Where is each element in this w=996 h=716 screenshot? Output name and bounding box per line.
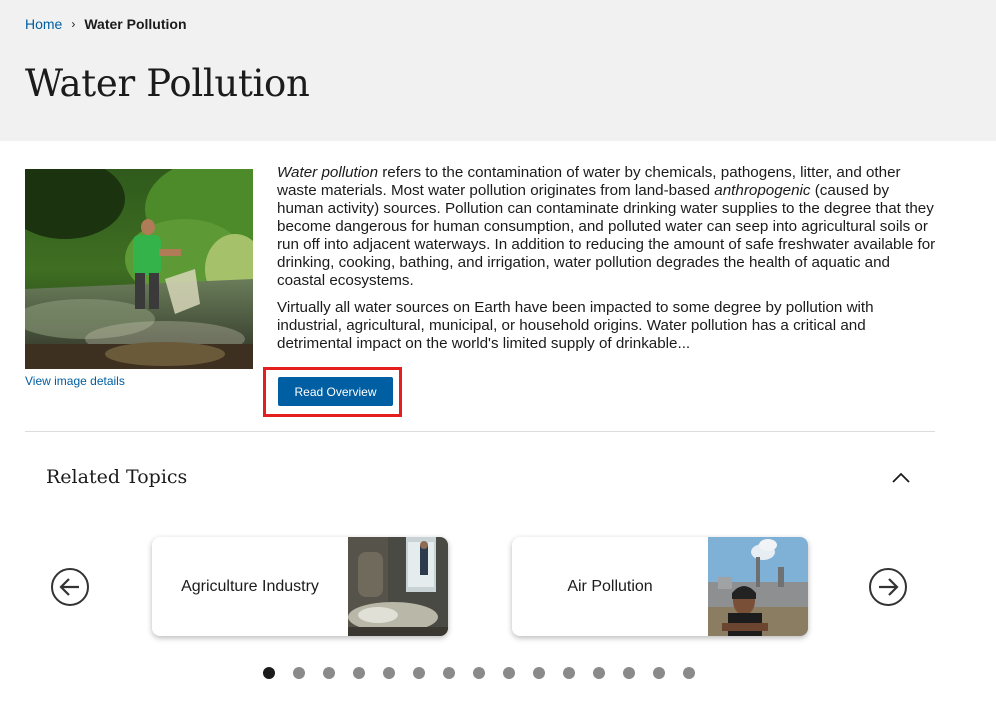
carousel-dot[interactable] <box>443 667 455 679</box>
carousel-dot[interactable] <box>683 667 695 679</box>
read-overview-button[interactable]: Read Overview <box>278 377 393 406</box>
breadcrumb-home-link[interactable]: Home <box>25 16 62 32</box>
carousel-prev-arrow-icon[interactable] <box>50 567 90 607</box>
view-image-details-link[interactable]: View image details <box>25 374 125 388</box>
card-label: Air Pollution <box>567 577 653 595</box>
carousel-dot[interactable] <box>503 667 515 679</box>
carousel-dot[interactable] <box>413 667 425 679</box>
term-water-pollution: Water pollution <box>277 164 379 181</box>
card-thumbnail <box>708 537 808 636</box>
related-card-agriculture-industry[interactable]: Agriculture Industry <box>152 537 448 636</box>
carousel-dot[interactable] <box>653 667 665 679</box>
carousel-dot[interactable] <box>323 667 335 679</box>
carousel-dot[interactable] <box>383 667 395 679</box>
breadcrumb: Home › Water Pollution <box>25 16 187 32</box>
carousel-next-arrow-icon[interactable] <box>868 567 908 607</box>
carousel-dot[interactable] <box>353 667 365 679</box>
carousel-dot[interactable] <box>623 667 635 679</box>
intro-paragraph-2: Virtually all water sources on Earth hav… <box>277 299 874 352</box>
intro-text: Water pollution refers to the contaminat… <box>277 164 939 362</box>
breadcrumb-separator: › <box>71 17 76 31</box>
card-label: Agriculture Industry <box>181 577 319 595</box>
carousel-dot[interactable] <box>593 667 605 679</box>
hero-image-art <box>25 169 253 369</box>
breadcrumb-current: Water Pollution <box>84 16 187 32</box>
carousel-dot[interactable] <box>263 667 275 679</box>
chevron-up-icon[interactable] <box>890 470 912 486</box>
divider <box>25 431 935 432</box>
carousel-dot[interactable] <box>473 667 485 679</box>
hero-image <box>25 169 253 369</box>
related-card-air-pollution[interactable]: Air Pollution <box>512 537 808 636</box>
carousel-pagination <box>263 667 695 679</box>
term-anthropogenic: anthropogenic <box>714 182 811 199</box>
carousel-dot[interactable] <box>293 667 305 679</box>
page-title: Water Pollution <box>25 62 310 105</box>
intro-paragraph-1: Water pollution refers to the contaminat… <box>277 164 939 290</box>
related-topics-title: Related Topics <box>46 466 188 488</box>
card-thumbnail <box>348 537 448 636</box>
carousel-dot[interactable] <box>533 667 545 679</box>
carousel-dot[interactable] <box>563 667 575 679</box>
